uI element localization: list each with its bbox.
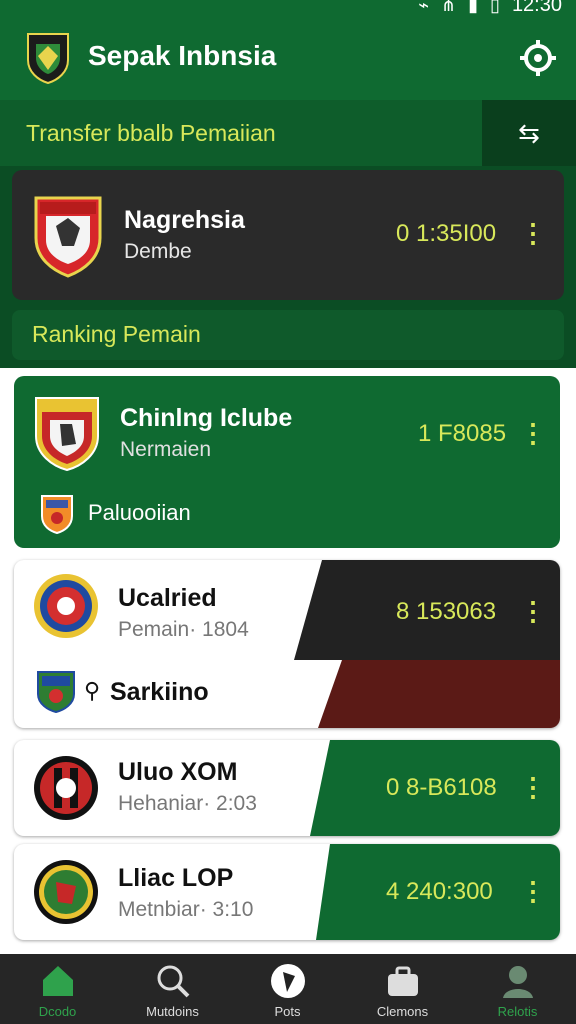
- battery-icon: ▯: [490, 0, 500, 15]
- list-item[interactable]: Ucalried Pemain· 1804 8 153063 ⋮ ⚲ Sarki…: [14, 560, 560, 728]
- settings-gear-icon[interactable]: [518, 38, 558, 78]
- more-options-icon[interactable]: ⋮: [520, 596, 546, 627]
- arrow-switch-button[interactable]: ⇆: [482, 100, 576, 166]
- briefcase-icon: [387, 966, 418, 996]
- ranking-list: Chinlng Iclube Nermaien 1 F8085 ⋮ Paluoo…: [0, 368, 576, 954]
- club-sub: Nermaien: [120, 438, 212, 461]
- player-value: 0 1:35I00: [396, 220, 497, 247]
- extra-label: Paluooiian: [88, 500, 191, 525]
- nav-label: Mutdoins: [146, 1004, 199, 1019]
- club-crest-icon: [35, 397, 99, 472]
- more-options-icon[interactable]: ⋮: [520, 218, 546, 249]
- app-bar: Sepak Inbnsia: [0, 18, 576, 100]
- status-icons: ⌁ ⋔ ▮ ▯ 12:30: [418, 0, 562, 17]
- lock-icon: ⚲: [84, 678, 101, 703]
- nav-item-relotis[interactable]: Relotis: [460, 954, 575, 1024]
- more-options-icon[interactable]: ⋮: [520, 876, 546, 907]
- club-value: 8 153063: [396, 598, 497, 625]
- club-name: Uluo XOM: [118, 758, 238, 786]
- extra-label: Sarkiino: [110, 678, 209, 706]
- club-name: Chinlng Iclube: [120, 404, 293, 432]
- profile-icon: [502, 966, 533, 998]
- club-value: 1 F8085: [418, 420, 507, 447]
- club-name: Ucalried: [118, 584, 217, 612]
- top-player-card[interactable]: Nagrehsia Dembe 0 1:35I00 ⋮: [12, 170, 564, 300]
- card-accent-shape: [294, 560, 560, 728]
- club-value: 0 8-B6108: [386, 774, 497, 801]
- club-sub: Hehaniar· 2:03: [118, 792, 257, 815]
- bars-icon: ▮: [468, 0, 479, 15]
- club-value: 4 240:300: [386, 878, 493, 905]
- more-options-icon[interactable]: ⋮: [520, 772, 546, 803]
- club-crest-icon: [34, 196, 102, 278]
- nav-label: Clemons: [376, 1004, 429, 1019]
- home-icon: [42, 966, 73, 996]
- app-logo-icon[interactable]: [24, 30, 72, 84]
- ranking-section-header[interactable]: Ranking Pemain: [12, 310, 564, 360]
- player-name: Nagrehsia: [124, 206, 245, 234]
- nav-item-search[interactable]: Mutdoins: [115, 954, 230, 1024]
- status-bar: ⌁ ⋔ ▮ ▯ 12:30: [0, 0, 576, 18]
- app-title: Sepak Inbnsia: [88, 40, 277, 71]
- wifi-icon: ⋔: [441, 0, 457, 15]
- club-crest-icon: [34, 574, 98, 638]
- arrows-icon: ⇆: [518, 117, 540, 148]
- top-section: Transfer bbalb Pemaiian ⇆ Nagrehsia Demb…: [0, 100, 576, 368]
- small-crest-icon: [37, 671, 75, 714]
- status-time: 12:30: [511, 0, 562, 16]
- list-item[interactable]: Lliac LOP Metnbiar· 3:10 4 240:300 ⋮: [14, 844, 560, 940]
- small-crest-icon: [41, 495, 73, 534]
- bottom-navigation: Dcodo Mutdoins Pots Clemons Relotis: [0, 954, 576, 1024]
- search-icon: [157, 965, 189, 998]
- nav-label: Dcodo: [38, 1004, 77, 1019]
- club-sub: Pemain· 1804: [118, 618, 249, 641]
- player-sub: Dembe: [124, 240, 192, 263]
- transfer-section-header[interactable]: Transfer bbalb Pemaiian ⇆: [0, 100, 576, 166]
- club-crest-icon: [34, 860, 98, 924]
- signal-icon: ⌁: [418, 0, 430, 15]
- club-sub: Metnbiar· 3:10: [118, 898, 254, 921]
- transfer-title: Transfer bbalb Pemaiian: [26, 120, 276, 146]
- club-name: Lliac LOP: [118, 864, 234, 892]
- more-options-icon[interactable]: ⋮: [520, 418, 546, 449]
- nav-item-clemons[interactable]: Clemons: [345, 954, 460, 1024]
- ranking-title: Ranking Pemain: [32, 321, 201, 347]
- nav-label: Pots: [274, 1004, 301, 1019]
- club-crest-icon: [34, 756, 98, 820]
- ball-icon: [270, 964, 305, 998]
- list-item[interactable]: Chinlng Iclube Nermaien 1 F8085 ⋮ Paluoo…: [14, 376, 560, 548]
- nav-label: Relotis: [497, 1004, 538, 1019]
- nav-item-home[interactable]: Dcodo: [0, 954, 115, 1024]
- nav-item-pots[interactable]: Pots: [230, 954, 345, 1024]
- list-item[interactable]: Uluo XOM Hehaniar· 2:03 0 8-B6108 ⋮: [14, 740, 560, 836]
